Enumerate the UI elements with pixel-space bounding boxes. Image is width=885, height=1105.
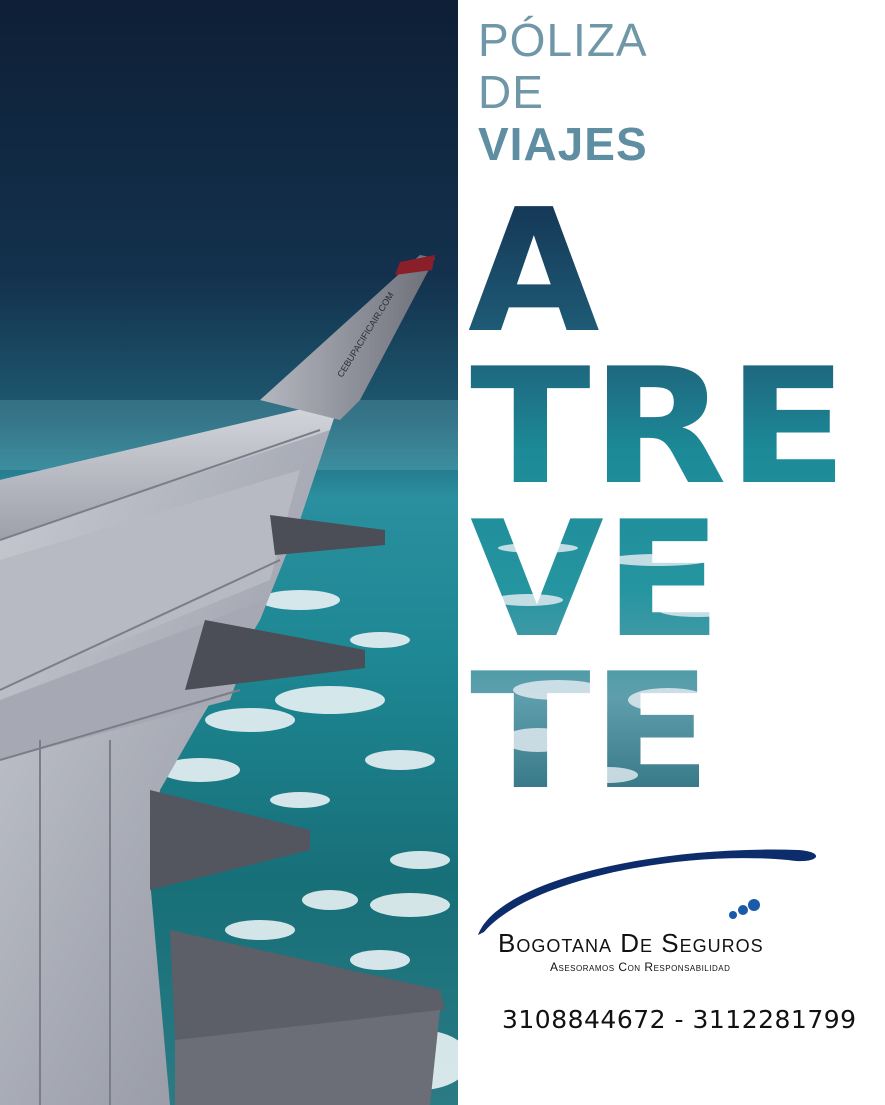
brand-name: Bogotana De Seguros (498, 928, 764, 958)
slogan-row-4: TE (470, 638, 712, 820)
content-panel: PÓLIZA DE VIAJES A TRE VE TE Bogotana De… (458, 0, 885, 1105)
logo-dot (738, 905, 748, 915)
swoosh-shape (478, 849, 817, 935)
brand-tagline: Asesoramos Con Responsabilidad (550, 960, 730, 974)
contact-phones: 3108844672 - 3112281799 (502, 1005, 857, 1034)
airplane-wing-photo: CEBUPACIFICAIR.COM (0, 0, 458, 1105)
logo-dot (748, 899, 760, 911)
company-logo: Bogotana De Seguros Asesoramos Con Respo… (468, 840, 868, 980)
logo-dot (729, 911, 737, 919)
